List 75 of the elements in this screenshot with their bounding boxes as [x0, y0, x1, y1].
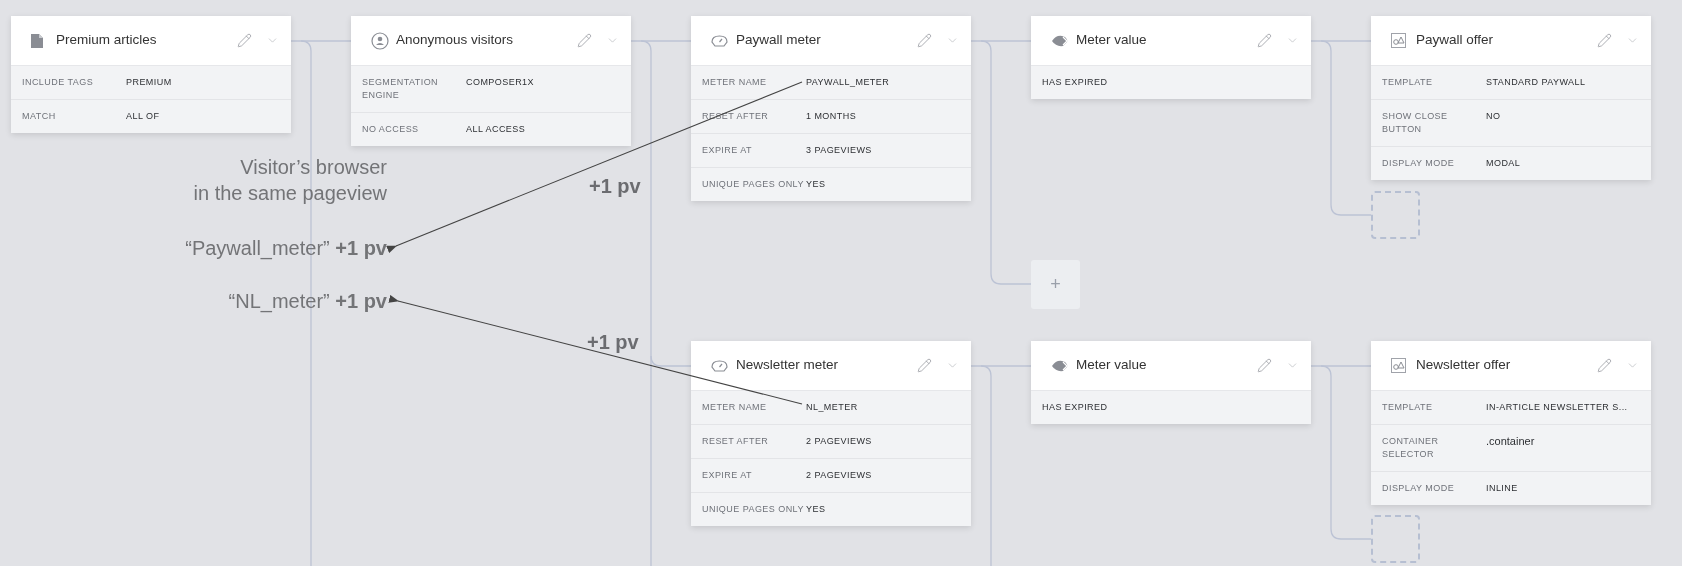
field-label: UNIQUE PAGES ONLY	[702, 503, 805, 516]
field-label: TEMPLATE	[1382, 401, 1434, 414]
field-label: CONTAINER SELECTOR	[1382, 435, 1440, 461]
field-value: .container	[1486, 435, 1535, 448]
field-label: METER NAME	[702, 401, 768, 414]
node-title: Meter value	[1076, 31, 1148, 50]
annotation-text: “Paywall_meter” +1 pv	[185, 236, 387, 262]
node-title: Premium articles	[56, 31, 158, 50]
field-value: YES	[806, 503, 826, 516]
node-card[interactable]: Premium articles INCLUDE TAGS PREMIUM MATCH ALL OF	[11, 16, 291, 133]
field-value: YES	[806, 178, 826, 191]
edit-icon[interactable]	[1257, 358, 1272, 373]
annotation-text: “NL_meter” +1 pv	[228, 289, 387, 315]
image-icon	[1391, 33, 1406, 48]
edit-icon[interactable]	[237, 33, 252, 48]
document-icon	[31, 33, 43, 48]
edit-icon[interactable]	[577, 33, 592, 48]
field-value: PAYWALL_METER	[806, 76, 890, 89]
edit-icon[interactable]	[1597, 33, 1612, 48]
node-title: Paywall meter	[736, 31, 822, 50]
field-label: MATCH	[22, 110, 57, 123]
field-value: 2 PAGEVIEWS	[806, 469, 872, 482]
eye-icon	[1051, 359, 1069, 372]
field-value: ALL ACCESS	[466, 123, 526, 136]
node-card[interactable]: Meter value HAS EXPIRED	[1031, 16, 1311, 99]
field-value: 3 PAGEVIEWS	[806, 144, 872, 157]
field-label: UNIQUE PAGES ONLY	[702, 178, 805, 191]
field-value: STANDARD PAYWALL	[1486, 76, 1586, 89]
empty-slot[interactable]	[1371, 191, 1420, 239]
field-value: NO	[1486, 110, 1501, 123]
field-value: PREMIUM	[126, 76, 172, 89]
node-card[interactable]: Newsletter offer TEMPLATE IN-ARTICLE NEWSLETTER S... CONTAINER SELECTOR .container DISPLAY MODE INLINE	[1371, 341, 1651, 505]
field-label: DISPLAY MODE	[1382, 482, 1456, 495]
field-value: INLINE	[1486, 482, 1518, 495]
field-value: 2 PAGEVIEWS	[806, 435, 872, 448]
person-icon	[371, 31, 389, 50]
field-label: RESET AFTER	[702, 435, 770, 448]
field-label: NO ACCESS	[362, 123, 420, 136]
field-label: INCLUDE TAGS	[22, 76, 95, 89]
node-title: Newsletter meter	[736, 356, 840, 375]
field-value: COMPOSER1X	[466, 76, 534, 89]
field-value: NL_METER	[806, 401, 858, 414]
field-value: IN-ARTICLE NEWSLETTER S...	[1486, 401, 1628, 414]
field-value: HAS EXPIRED	[1042, 76, 1108, 89]
field-label: SEGMENTATION ENGINE	[362, 76, 440, 102]
edit-icon[interactable]	[1257, 33, 1272, 48]
image-icon	[1391, 358, 1406, 373]
pageview-label: +1 pv	[589, 174, 641, 199]
field-label: METER NAME	[702, 76, 768, 89]
gauge-icon	[711, 359, 728, 372]
field-value: MODAL	[1486, 157, 1521, 170]
node-title: Paywall offer	[1416, 31, 1495, 50]
node-title: Anonymous visitors	[396, 31, 515, 50]
field-value: HAS EXPIRED	[1042, 401, 1108, 414]
node-card[interactable]: Newsletter meter METER NAME NL_METER RESET AFTER 2 PAGEVIEWS EXPIRE AT 2 PAGEVIEWS UNIQUE PAGES ONLY YES	[691, 341, 971, 526]
gauge-icon	[711, 34, 728, 47]
edit-icon[interactable]	[1597, 358, 1612, 373]
field-value: 1 MONTHS	[806, 110, 857, 123]
node-title: Meter value	[1076, 356, 1148, 375]
field-label: TEMPLATE	[1382, 76, 1434, 89]
eye-icon	[1051, 34, 1069, 47]
annotation-text: Visitor’s browser in the same pageview	[193, 155, 387, 206]
field-label: EXPIRE AT	[702, 469, 753, 482]
node-card[interactable]: Meter value HAS EXPIRED	[1031, 341, 1311, 424]
empty-slot[interactable]	[1371, 515, 1420, 563]
node-title: Newsletter offer	[1416, 356, 1512, 375]
field-label: DISPLAY MODE	[1382, 157, 1456, 170]
field-label: SHOW CLOSE BUTTON	[1382, 110, 1449, 136]
pageview-label: +1 pv	[587, 330, 639, 355]
node-card[interactable]: Anonymous visitors SEGMENTATION ENGINE COMPOSER1X NO ACCESS ALL ACCESS	[351, 16, 631, 146]
edit-icon[interactable]	[917, 33, 932, 48]
field-value: ALL OF	[126, 110, 160, 123]
edit-icon[interactable]	[917, 358, 932, 373]
node-card[interactable]: Paywall offer TEMPLATE STANDARD PAYWALL SHOW CLOSE BUTTON NO DISPLAY MODE MODAL	[1371, 16, 1651, 180]
field-label: EXPIRE AT	[702, 144, 753, 157]
